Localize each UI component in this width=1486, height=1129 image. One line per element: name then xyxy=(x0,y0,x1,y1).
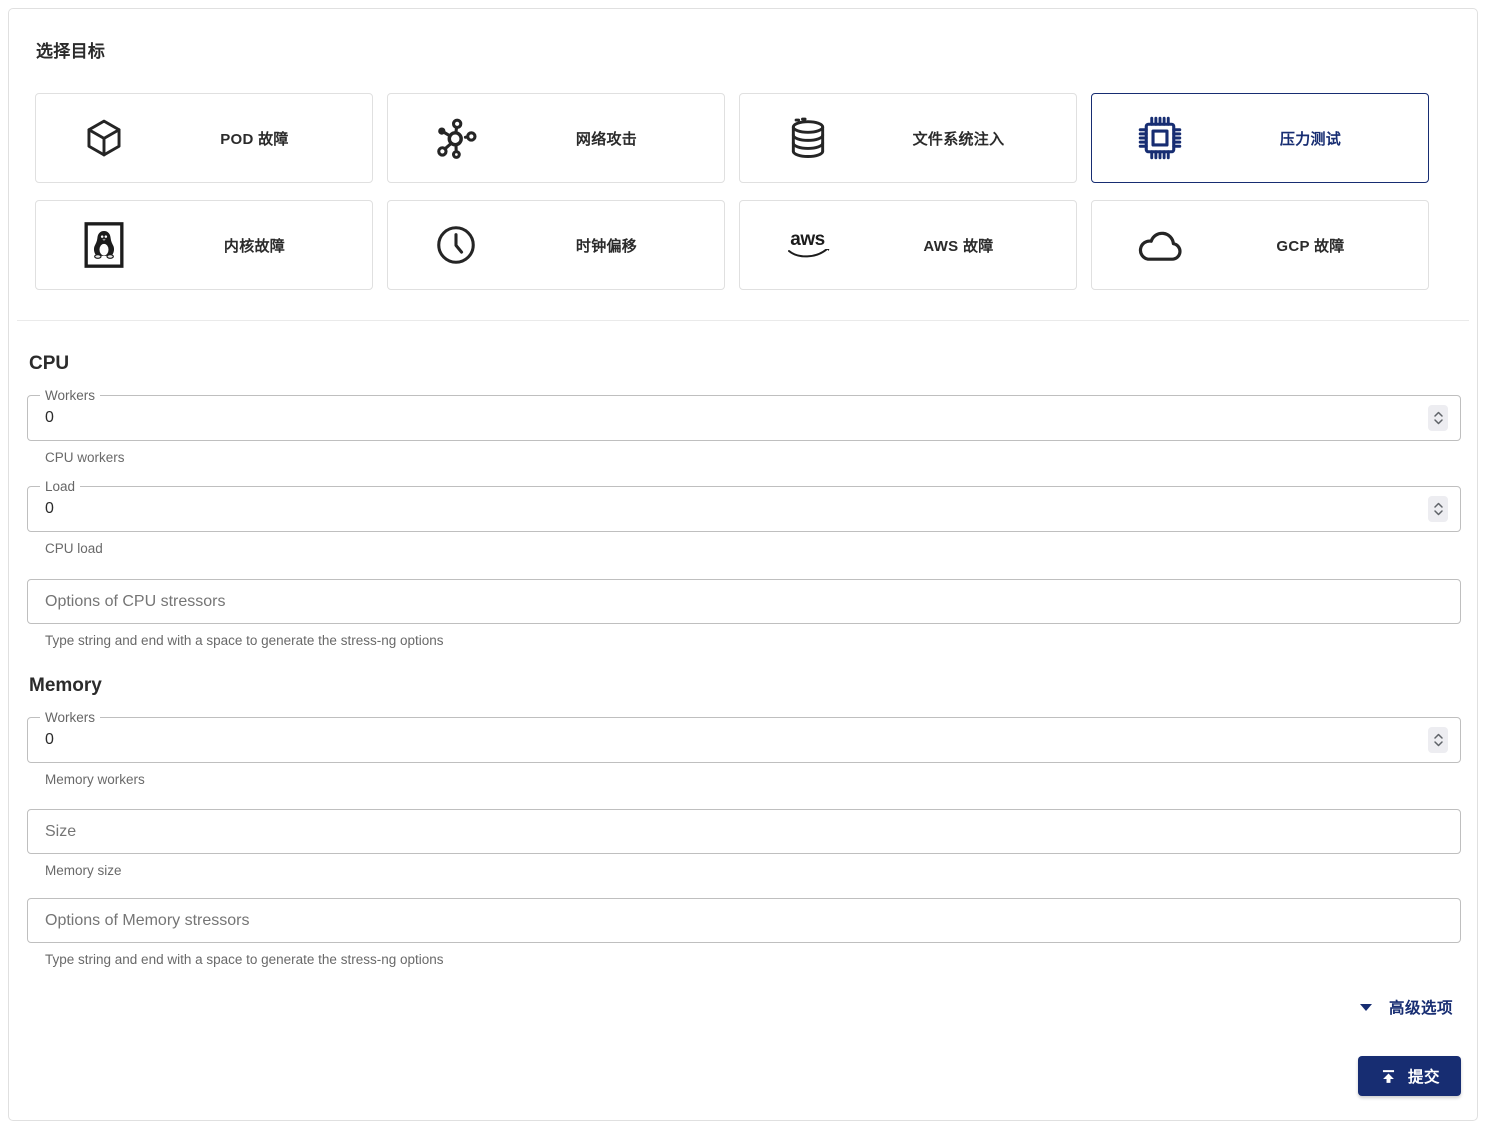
memory-workers-helper: Memory workers xyxy=(45,772,145,787)
database-icon xyxy=(740,114,875,162)
target-card-label: GCP 故障 xyxy=(1276,237,1345,255)
cpu-load-helper: CPU load xyxy=(45,541,103,556)
page-title: 选择目标 xyxy=(36,42,106,61)
cpu-load-field: Load xyxy=(27,478,1461,532)
submit-button[interactable]: 提交 xyxy=(1357,1056,1461,1096)
linux-penguin-icon xyxy=(36,221,171,269)
target-card-label: 压力测试 xyxy=(1279,130,1342,148)
cpu-options-helper: Type string and end with a space to gene… xyxy=(45,633,444,648)
cpu-chip-icon xyxy=(1092,116,1227,160)
publish-icon xyxy=(1379,1067,1398,1086)
target-card-label: 内核故障 xyxy=(223,237,286,255)
aws-logo-text: aws xyxy=(790,228,825,250)
submit-label: 提交 xyxy=(1407,1069,1440,1086)
target-card-label: AWS 故障 xyxy=(923,237,994,255)
number-stepper[interactable] xyxy=(1428,496,1448,522)
number-stepper[interactable] xyxy=(1428,727,1448,753)
new-experiment-panel: 选择目标 POD 故障 网络攻击 文件系统注入 压力测试 内核故障 时钟偏移 a… xyxy=(8,8,1478,1121)
target-card-stress-test[interactable]: 压力测试 xyxy=(1091,93,1429,183)
memory-options-helper: Type string and end with a space to gene… xyxy=(45,952,444,967)
memory-size-helper: Memory size xyxy=(45,863,122,878)
submit-row: 提交 xyxy=(27,1056,1461,1096)
memory-size-input[interactable] xyxy=(45,822,1448,841)
clock-icon xyxy=(388,221,523,269)
number-stepper[interactable] xyxy=(1428,405,1448,431)
network-nodes-icon xyxy=(388,115,523,161)
target-card-label: 网络攻击 xyxy=(575,130,638,148)
memory-size-field xyxy=(27,809,1461,854)
target-grid: POD 故障 网络攻击 文件系统注入 压力测试 内核故障 时钟偏移 aws AW… xyxy=(35,93,1461,290)
target-card-filesystem-injection[interactable]: 文件系统注入 xyxy=(739,93,1077,183)
cpu-workers-label: Workers xyxy=(40,387,101,404)
caret-down-icon xyxy=(1359,1003,1372,1011)
advanced-options-label: 高级选项 xyxy=(1388,1000,1453,1017)
pod-cube-icon xyxy=(36,116,171,160)
cpu-options-input[interactable] xyxy=(45,592,1448,611)
cpu-section-heading: CPU xyxy=(29,353,70,374)
target-card-label: 时钟偏移 xyxy=(575,237,638,255)
memory-workers-label: Workers xyxy=(40,709,101,726)
cpu-workers-input[interactable] xyxy=(45,409,1418,427)
aws-logo-icon: aws xyxy=(740,230,875,261)
target-card-gcp-fault[interactable]: GCP 故障 xyxy=(1091,200,1429,290)
target-card-aws-fault[interactable]: aws AWS 故障 xyxy=(739,200,1077,290)
target-card-label: 文件系统注入 xyxy=(912,130,1005,148)
cpu-load-label: Load xyxy=(40,478,81,495)
memory-workers-field: Workers xyxy=(27,709,1461,763)
memory-options-input[interactable] xyxy=(45,911,1448,930)
memory-options-field xyxy=(27,898,1461,943)
cpu-options-field xyxy=(27,579,1461,624)
target-card-clock-skew[interactable]: 时钟偏移 xyxy=(387,200,725,290)
target-card-kernel-fault[interactable]: 内核故障 xyxy=(35,200,373,290)
target-card-label: POD 故障 xyxy=(220,130,289,148)
cpu-load-input[interactable] xyxy=(45,500,1418,518)
cpu-workers-field: Workers xyxy=(27,387,1461,441)
target-card-pod-fault[interactable]: POD 故障 xyxy=(35,93,373,183)
section-divider xyxy=(17,320,1469,321)
memory-workers-input[interactable] xyxy=(45,731,1418,749)
advanced-options-toggle[interactable]: 高级选项 xyxy=(27,996,1461,1018)
target-card-network-attack[interactable]: 网络攻击 xyxy=(387,93,725,183)
memory-section-heading: Memory xyxy=(29,675,102,696)
cpu-workers-helper: CPU workers xyxy=(45,450,125,465)
cloud-icon xyxy=(1092,228,1227,262)
